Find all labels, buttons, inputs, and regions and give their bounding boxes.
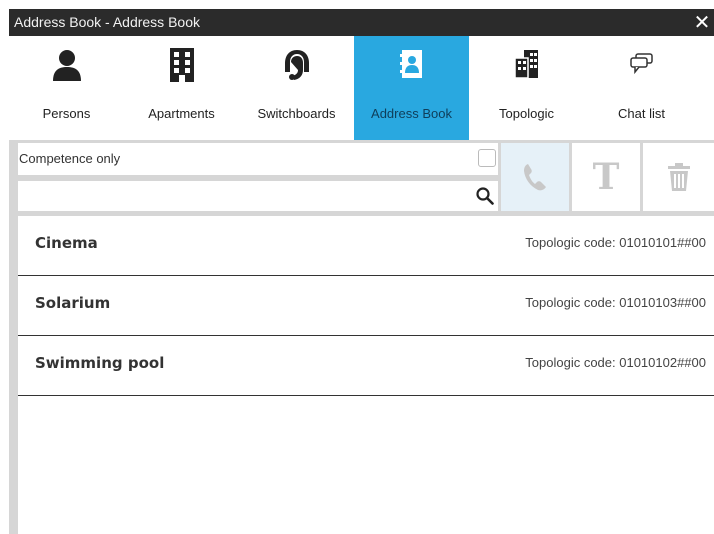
title-bar: Address Book - Address Book ✕ (9, 9, 714, 36)
entry-name: Cinema (35, 234, 98, 252)
search-input[interactable] (20, 183, 464, 209)
delete-button[interactable] (643, 143, 714, 211)
tab-label: Switchboards (257, 106, 336, 121)
competence-checkbox[interactable] (478, 149, 496, 167)
entry-name: Swimming pool (35, 354, 165, 372)
navigation-toolbar: Persons Apartments Switchboards Address … (9, 36, 714, 140)
tab-switchboards[interactable]: Switchboards (239, 36, 354, 140)
list-item[interactable]: Cinema Topologic code: 01010101##00 (18, 216, 714, 276)
competence-filter: Competence only (18, 143, 498, 175)
tab-label: Apartments (148, 106, 215, 121)
tab-label: Persons (42, 106, 91, 121)
window-title: Address Book - Address Book (14, 14, 200, 30)
address-book-window: Address Book - Address Book ✕ Persons Ap… (9, 9, 714, 534)
tab-persons[interactable]: Persons (9, 36, 124, 140)
address-list: Cinema Topologic code: 01010101##00 Sola… (18, 216, 714, 534)
list-item[interactable]: Solarium Topologic code: 01010103##00 (18, 276, 714, 336)
call-button[interactable] (501, 143, 569, 211)
tab-chat-list[interactable]: Chat list (584, 36, 699, 140)
tab-label: Topologic (499, 106, 554, 121)
filter-area: Competence only T (18, 143, 714, 213)
tab-apartments[interactable]: Apartments (124, 36, 239, 140)
close-icon[interactable]: ✕ (692, 12, 712, 32)
buildings-icon (469, 48, 584, 82)
chat-icon (584, 48, 699, 82)
address-book-icon (354, 48, 469, 82)
text-message-button[interactable]: T (572, 143, 640, 211)
list-item[interactable]: Swimming pool Topologic code: 01010102##… (18, 336, 714, 396)
search-bar (18, 181, 498, 211)
tab-topologic[interactable]: Topologic (469, 36, 584, 140)
headset-icon (239, 48, 354, 82)
entry-topologic-code: Topologic code: 01010102##00 (525, 355, 706, 370)
entry-name: Solarium (35, 294, 111, 312)
phone-icon (524, 164, 546, 191)
tab-address-book[interactable]: Address Book (354, 36, 469, 140)
tab-label: Chat list (618, 106, 665, 121)
entry-topologic-code: Topologic code: 01010103##00 (525, 295, 706, 310)
building-icon (124, 48, 239, 82)
search-icon[interactable] (476, 187, 494, 205)
entry-topologic-code: Topologic code: 01010101##00 (525, 235, 706, 250)
competence-label: Competence only (19, 151, 121, 166)
trash-icon (667, 163, 690, 191)
person-icon (9, 48, 124, 82)
tab-label: Address Book (371, 106, 452, 121)
text-icon: T (592, 156, 620, 198)
